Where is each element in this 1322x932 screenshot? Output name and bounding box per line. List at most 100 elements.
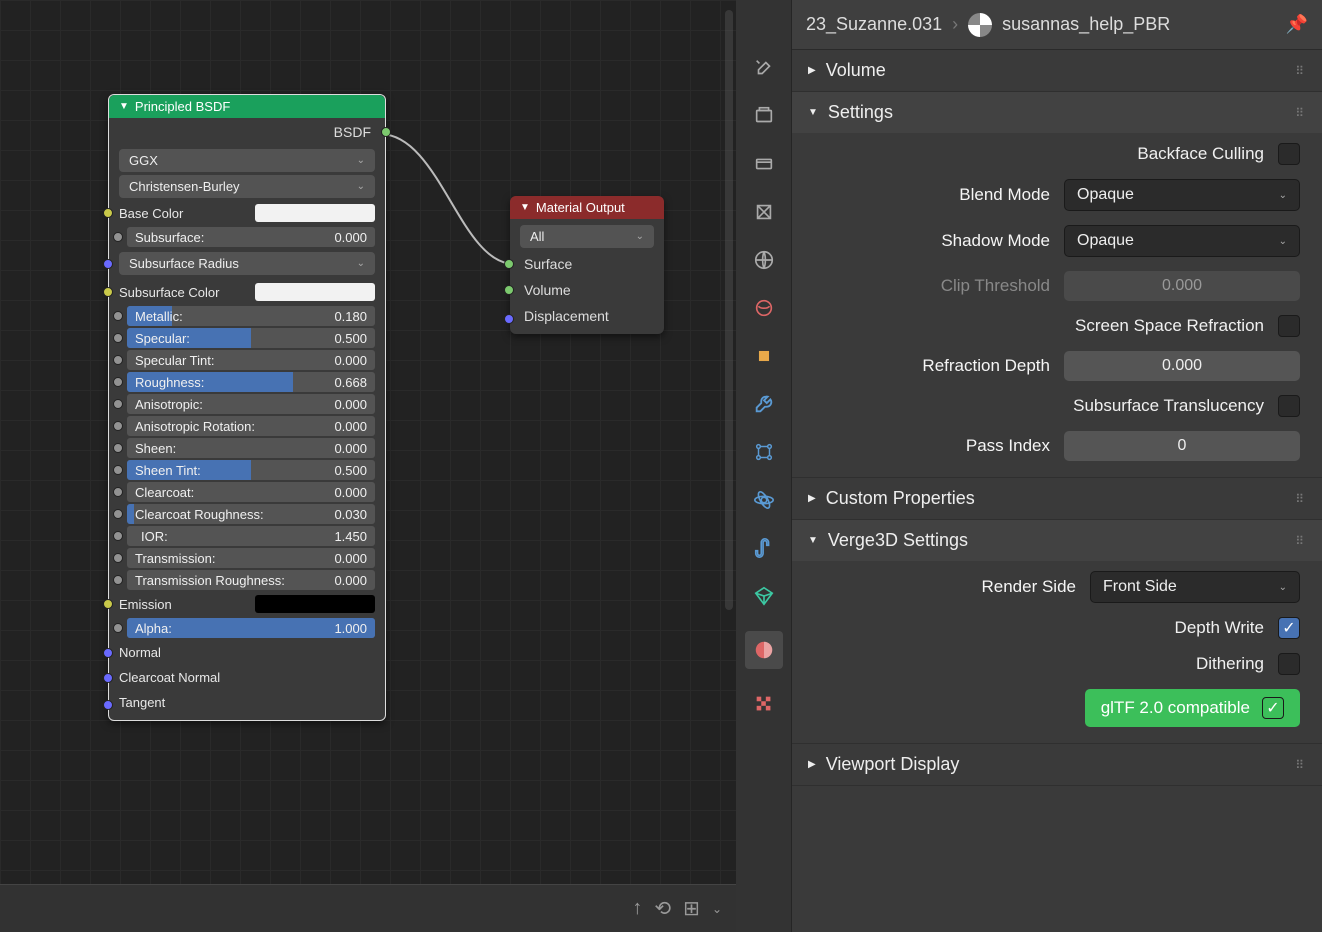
specular-tint-slider[interactable]: Specular Tint:0.000 — [127, 350, 375, 370]
section-volume[interactable]: ▶ Volume ⠿ — [792, 50, 1322, 91]
alpha-slider[interactable]: Alpha:1.000 — [127, 618, 375, 638]
breadcrumb-separator: › — [952, 14, 958, 35]
pass-index-field[interactable]: 0 — [1064, 431, 1300, 461]
base-color-row[interactable]: Base Color — [109, 201, 385, 225]
collapse-icon[interactable]: ▼ — [520, 202, 530, 213]
output-icon[interactable] — [751, 151, 777, 177]
socket-color[interactable] — [103, 287, 113, 297]
viewlayer-icon[interactable] — [751, 199, 777, 225]
ssr-row: Screen Space Refraction — [814, 315, 1300, 337]
pin-icon[interactable]: 📌 — [1286, 14, 1308, 35]
section-verge3d[interactable]: ▼ Verge3D Settings ⠿ — [792, 520, 1322, 561]
sss-radius-row[interactable]: Subsurface Radius⌄ — [109, 249, 385, 278]
dithering-checkbox[interactable] — [1278, 653, 1300, 675]
socket-color[interactable] — [103, 208, 113, 218]
input-volume[interactable]: Volume — [510, 277, 664, 303]
node-header[interactable]: ▼ Principled BSDF — [109, 95, 385, 118]
target-select[interactable]: All⌄ — [520, 225, 654, 248]
backface-culling-checkbox[interactable] — [1278, 143, 1300, 165]
drag-handle-icon[interactable]: ⠿ — [1295, 492, 1306, 506]
input-displacement[interactable]: Displacement — [510, 303, 664, 334]
particles-icon[interactable] — [751, 439, 777, 465]
socket-color[interactable] — [103, 599, 113, 609]
metallic-slider[interactable]: Metallic:0.180 — [127, 306, 375, 326]
sss-method-select[interactable]: Christensen-Burley⌄ — [119, 175, 375, 198]
drag-handle-icon[interactable]: ⠿ — [1295, 758, 1306, 772]
refresh-icon[interactable]: ⟲ — [654, 896, 671, 921]
input-surface[interactable]: Surface — [510, 251, 664, 277]
refraction-depth-field[interactable]: 0.000 — [1064, 351, 1300, 381]
specular-slider[interactable]: Specular:0.500 — [127, 328, 375, 348]
node-material-output[interactable]: ▼ Material Output All⌄ Surface Volume Di… — [510, 196, 664, 334]
section-custom-properties[interactable]: ▶ Custom Properties ⠿ — [792, 478, 1322, 519]
tool-icon[interactable] — [751, 55, 777, 81]
transmission-slider[interactable]: Transmission:0.000 — [127, 548, 375, 568]
subsurface-slider[interactable]: Subsurface:0.000 — [127, 227, 375, 247]
chevron-down-icon: ⌄ — [1279, 190, 1287, 201]
object-icon[interactable] — [751, 343, 777, 369]
collapse-icon[interactable]: ▼ — [119, 101, 129, 112]
material-icon[interactable] — [745, 631, 783, 669]
arrow-up-icon[interactable]: ↑ — [632, 897, 642, 920]
mesh-icon[interactable] — [751, 583, 777, 609]
breadcrumb-material[interactable]: susannas_help_PBR — [1002, 14, 1170, 35]
backface-culling-row: Backface Culling — [814, 143, 1300, 165]
node-editor[interactable]: ▼ Principled BSDF BSDF GGX⌄ Christensen-… — [0, 0, 736, 932]
distribution-select[interactable]: GGX⌄ — [119, 149, 375, 172]
sss-color-row[interactable]: Subsurface Color — [109, 280, 385, 304]
color-swatch[interactable] — [255, 204, 375, 222]
depth-write-row: Depth Write ✓ — [814, 617, 1300, 639]
world-icon[interactable] — [751, 295, 777, 321]
node-header[interactable]: ▼ Material Output — [510, 196, 664, 219]
scrollbar[interactable] — [725, 10, 733, 610]
clearcoat-rough-slider[interactable]: Clearcoat Roughness:0.030 — [127, 504, 375, 524]
depth-write-checkbox[interactable]: ✓ — [1278, 617, 1300, 639]
render-side-dropdown[interactable]: Front Side⌄ — [1090, 571, 1300, 603]
color-swatch[interactable] — [255, 595, 375, 613]
normal-row[interactable]: Normal — [109, 640, 385, 665]
tangent-row[interactable]: Tangent — [109, 690, 385, 720]
ssr-checkbox[interactable] — [1278, 315, 1300, 337]
emission-row[interactable]: Emission — [109, 592, 385, 616]
drag-handle-icon[interactable]: ⠿ — [1295, 64, 1306, 78]
trans-rough-slider[interactable]: Transmission Roughness:0.000 — [127, 570, 375, 590]
aniso-rot-slider[interactable]: Anisotropic Rotation:0.000 — [127, 416, 375, 436]
clearcoat-normal-row[interactable]: Clearcoat Normal — [109, 665, 385, 690]
drag-handle-icon[interactable]: ⠿ — [1295, 106, 1306, 120]
breadcrumb: 23_Suzanne.031 › susannas_help_PBR 📌 — [792, 0, 1322, 50]
section-viewport-display[interactable]: ▶ Viewport Display ⠿ — [792, 744, 1322, 785]
blend-mode-dropdown[interactable]: Opaque⌄ — [1064, 179, 1300, 211]
socket-vector[interactable] — [103, 259, 113, 269]
anisotropic-slider[interactable]: Anisotropic:0.000 — [127, 394, 375, 414]
properties-tabs — [736, 0, 792, 932]
sheen-tint-slider[interactable]: Sheen Tint:0.500 — [127, 460, 375, 480]
texture-icon[interactable] — [751, 691, 777, 717]
ior-slider[interactable]: IOR:1.450 — [127, 526, 375, 546]
socket-bsdf-out[interactable] — [381, 127, 391, 137]
color-swatch[interactable] — [255, 283, 375, 301]
socket-vector[interactable] — [103, 673, 113, 683]
drag-handle-icon[interactable]: ⠿ — [1295, 534, 1306, 548]
breadcrumb-object[interactable]: 23_Suzanne.031 — [806, 14, 942, 35]
socket-vector[interactable] — [103, 700, 113, 710]
chevron-down-icon[interactable]: ⌄ — [712, 902, 722, 916]
socket-vector[interactable] — [103, 648, 113, 658]
sss-trans-checkbox[interactable] — [1278, 395, 1300, 417]
shadow-mode-dropdown[interactable]: Opaque⌄ — [1064, 225, 1300, 257]
render-icon[interactable] — [751, 103, 777, 129]
node-title: Principled BSDF — [135, 99, 230, 114]
section-settings[interactable]: ▼ Settings ⠿ — [792, 92, 1322, 133]
modifier-icon[interactable] — [751, 391, 777, 417]
chevron-right-icon: ▶ — [808, 759, 816, 770]
gltf-compatible-row: glTF 2.0 compatible ✓ — [814, 689, 1300, 727]
node-principled-bsdf[interactable]: ▼ Principled BSDF BSDF GGX⌄ Christensen-… — [108, 94, 386, 721]
snap-icon[interactable]: ⊞ — [683, 896, 700, 921]
constraint-icon[interactable] — [751, 535, 777, 561]
physics-icon[interactable] — [751, 487, 777, 513]
output-bsdf[interactable]: BSDF — [109, 118, 385, 146]
gltf-checkbox[interactable]: ✓ — [1262, 697, 1284, 719]
roughness-slider[interactable]: Roughness:0.668 — [127, 372, 375, 392]
clearcoat-slider[interactable]: Clearcoat:0.000 — [127, 482, 375, 502]
scene-icon[interactable] — [751, 247, 777, 273]
sheen-slider[interactable]: Sheen:0.000 — [127, 438, 375, 458]
